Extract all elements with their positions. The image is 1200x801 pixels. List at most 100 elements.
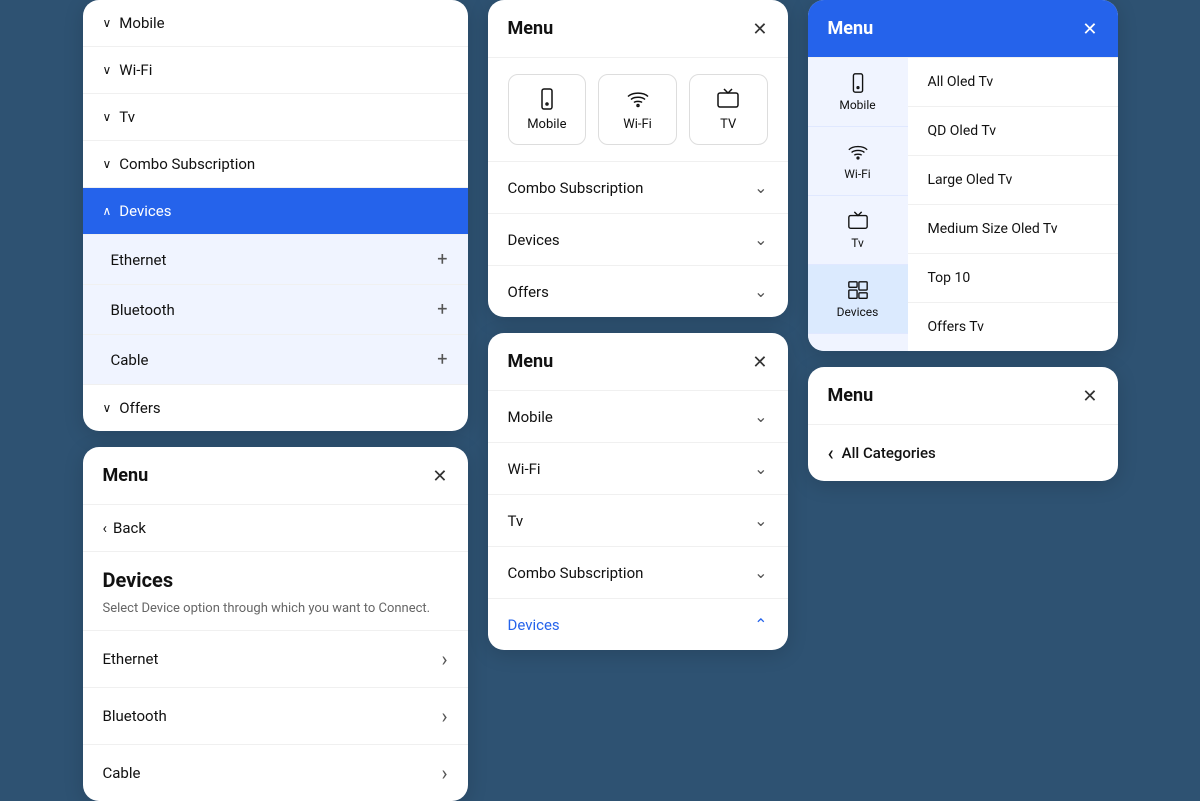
tab-mobile-label: Mobile [527, 117, 566, 132]
close-button[interactable]: ✕ [752, 353, 767, 371]
top-10[interactable]: Top 10 [908, 254, 1118, 303]
left-nav-mobile[interactable]: Mobile [808, 58, 908, 127]
chevron-down-icon: ∨ [103, 110, 112, 124]
icon-tabs-row: Mobile Wi-Fi TV [488, 58, 788, 162]
nav-combo-label: Combo Subscription [119, 155, 255, 173]
left-nav-mobile-label: Mobile [839, 98, 875, 112]
close-button[interactable]: ✕ [1082, 20, 1097, 38]
nav-bluetooth[interactable]: Bluetooth + [83, 285, 468, 335]
menu-title: Menu [103, 465, 149, 486]
all-oled-tv[interactable]: All Oled Tv [908, 58, 1118, 107]
offers-tv[interactable]: Offers Tv [908, 303, 1118, 351]
medium-size-oled-tv[interactable]: Medium Size Oled Tv [908, 205, 1118, 254]
combo-item[interactable]: Combo Subscription [488, 547, 788, 599]
chevron-down-icon [754, 563, 767, 582]
tv-item[interactable]: Tv [488, 495, 788, 547]
close-button[interactable]: ✕ [1082, 387, 1097, 405]
mobile-icon [847, 72, 869, 94]
devices-label: Devices [508, 231, 560, 249]
all-categories-card: Menu ✕ ‹ All Categories [808, 367, 1118, 481]
wifi-icon [626, 87, 650, 111]
wifi-item[interactable]: Wi-Fi [488, 443, 788, 495]
close-button[interactable]: ✕ [432, 467, 447, 485]
nav-tv-label: Tv [119, 108, 135, 126]
plus-icon[interactable]: + [437, 299, 447, 320]
all-categories-label: All Categories [842, 444, 936, 462]
left-nav-tv-label: Tv [851, 236, 864, 250]
combo-subscription-item[interactable]: Combo Subscription [488, 162, 788, 214]
chevron-down-icon [754, 230, 767, 249]
bluetooth-label: Bluetooth [103, 707, 167, 725]
menu-title: Menu [508, 18, 554, 39]
chevron-down-icon [754, 459, 767, 478]
bluetooth-item[interactable]: Bluetooth [83, 687, 468, 744]
chevron-left-icon: ‹ [828, 441, 834, 465]
tv-icon [847, 210, 869, 232]
left-nav-wifi[interactable]: Wi-Fi [808, 127, 908, 196]
nav-tv[interactable]: ∨ Tv [83, 94, 468, 141]
nav-devices[interactable]: ∧ Devices [83, 188, 468, 235]
tab-mobile[interactable]: Mobile [508, 74, 587, 145]
back-label: Back [113, 519, 146, 537]
nav-ethernet[interactable]: Ethernet + [83, 235, 468, 285]
nav-wifi[interactable]: ∨ Wi-Fi [83, 47, 468, 94]
back-nav[interactable]: ‹ Back [83, 505, 468, 552]
left-nav-devices[interactable]: Devices [808, 265, 908, 334]
menu-title: Menu [828, 18, 874, 39]
tab-wifi[interactable]: Wi-Fi [598, 74, 677, 145]
section-heading: Devices [83, 552, 468, 596]
devices-item[interactable]: Devices [488, 214, 788, 266]
plus-icon[interactable]: + [437, 349, 447, 370]
nav-mobile-label: Mobile [119, 14, 164, 32]
devices-icon [847, 279, 869, 301]
combo-label: Combo Subscription [508, 564, 644, 582]
mobile-icon [535, 87, 559, 111]
left-nav-tv[interactable]: Tv [808, 196, 908, 265]
chevron-down-icon [754, 178, 767, 197]
large-oled-tv[interactable]: Large Oled Tv [908, 156, 1118, 205]
mobile-item[interactable]: Mobile [488, 391, 788, 443]
chevron-right-icon [441, 647, 447, 671]
chevron-down-icon: ∨ [103, 63, 112, 77]
chevron-up-icon: ∧ [103, 204, 112, 218]
nav-mobile[interactable]: ∨ Mobile [83, 0, 468, 47]
devices-detail-card: Menu ✕ ‹ Back Devices Select Device opti… [83, 447, 468, 801]
card-header: Menu ✕ [83, 447, 468, 505]
offers-item[interactable]: Offers [488, 266, 788, 317]
chevron-down-icon: ∨ [103, 401, 112, 415]
right-nav: All Oled Tv QD Oled Tv Large Oled Tv Med… [908, 58, 1118, 351]
chevron-left-icon: ‹ [103, 519, 108, 537]
nav-combo[interactable]: ∨ Combo Subscription [83, 141, 468, 188]
nav-devices-label: Devices [119, 202, 171, 220]
card-header: Menu ✕ [488, 0, 788, 58]
chevron-down-icon: ∨ [103, 16, 112, 30]
mobile-label: Mobile [508, 408, 553, 426]
tv-label: Tv [508, 512, 524, 530]
nav-offers-label: Offers [119, 399, 160, 417]
left-nav: Mobile Wi-Fi Tv [808, 58, 908, 351]
nav-wifi-label: Wi-Fi [119, 61, 152, 79]
chevron-up-icon [754, 615, 767, 634]
devices-active-item[interactable]: Devices [488, 599, 788, 650]
chevron-down-icon [754, 511, 767, 530]
combo-label: Combo Subscription [508, 179, 644, 197]
plus-icon[interactable]: + [437, 249, 447, 270]
all-categories-nav[interactable]: ‹ All Categories [808, 425, 1118, 481]
cable-label: Cable [103, 764, 141, 782]
menu-title: Menu [828, 385, 874, 406]
blue-card-header: Menu ✕ [808, 0, 1118, 58]
nav-offers[interactable]: ∨ Offers [83, 385, 468, 431]
ethernet-label: Ethernet [103, 650, 159, 668]
tab-tv[interactable]: TV [689, 74, 768, 145]
chevron-right-icon [441, 761, 447, 785]
cable-item[interactable]: Cable [83, 744, 468, 801]
qd-oled-tv[interactable]: QD Oled Tv [908, 107, 1118, 156]
card-header: Menu ✕ [488, 333, 788, 391]
close-button[interactable]: ✕ [752, 20, 767, 38]
devices-label: Devices [508, 616, 560, 634]
bluetooth-label: Bluetooth [111, 301, 175, 319]
ethernet-item[interactable]: Ethernet [83, 630, 468, 687]
nav-cable[interactable]: Cable + [83, 335, 468, 385]
chevron-down-icon [754, 407, 767, 426]
card-header: Menu ✕ [808, 367, 1118, 425]
